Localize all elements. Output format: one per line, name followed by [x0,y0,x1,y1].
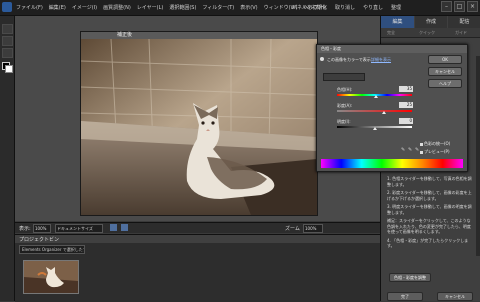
list-view-icon[interactable] [121,224,128,231]
saturation-track[interactable] [337,110,412,112]
cat-photo[interactable] [81,39,317,215]
menu-layer[interactable]: レイヤー(L) [137,4,164,11]
eyedropper-tool-icon[interactable] [2,48,13,58]
zoom-input[interactable]: 100% [33,224,51,233]
subtab-guided[interactable]: ガイド [455,30,467,36]
grid-view-icon[interactable] [110,224,117,231]
lightness-slider-thumb[interactable] [372,127,377,130]
app-logo [2,2,12,12]
colorize-label: 色彩の統一(O) [424,141,451,146]
lightness-label: 明度(I): [337,119,351,124]
document-title: 補正後 [81,32,317,39]
menu-select[interactable]: 選択範囲(S) [169,4,196,11]
instruction-step-3: 3. 明度スライダーを移動して、画像の明度を調整します。 [387,204,472,215]
organize-button[interactable]: 整理 [391,4,401,11]
tab-share[interactable]: 配信 [448,16,480,28]
tab-create[interactable]: 作成 [415,16,447,28]
main-menu: ファイル(F) 編集(E) イメージ(I) 画質調整(N) レイヤー(L) 選択… [16,4,326,11]
help-button[interactable]: ヘルプ [428,79,462,88]
guided-instructions: 1. 色相スライダーを移動して、写真の色相を調整します。 2. 彩度スライダーを… [387,176,473,252]
dialog-cancel-button[interactable]: キャンセル [428,67,462,76]
info-bulb-icon [320,57,324,61]
dialog-title: 色相・彩度 [317,45,467,53]
project-bin-title: プロジェクトビン [19,237,60,243]
preview-checkbox-box[interactable] [420,150,423,154]
colorize-checkbox-box[interactable] [420,142,423,146]
project-bin-header: プロジェクトビン [15,235,380,243]
hand-tool-icon[interactable] [2,36,13,46]
hue-slider-thumb[interactable] [374,95,378,98]
colorize-checkbox[interactable]: 色彩の統一(O) [420,141,450,147]
hue-saturation-button[interactable]: 色相・彩度を調整 [389,273,431,282]
instruction-step-1: 1. 色相スライダーを移動して、写真の色相を調整します。 [387,176,472,187]
status-bar: 表示: 100% ドキュメントサイズ ズーム 100% [15,222,380,233]
window-controls: – □ × [441,1,478,12]
menu-bar: ファイル(F) 編集(E) イメージ(I) 画質調整(N) レイヤー(L) 選択… [0,0,480,16]
menu-edit[interactable]: 編集(E) [49,4,66,11]
cancel-button[interactable]: キャンセル [437,292,473,301]
ok-button[interactable]: OK [428,55,462,64]
eyedropper-plus-icon[interactable]: ✎ [408,147,412,153]
zoom-label: 表示: [19,226,31,232]
hue-value-input[interactable]: 35 [399,86,413,92]
right-panel-scrollbar[interactable] [476,56,480,256]
redo-button[interactable]: やり直し [363,4,383,11]
edit-channel-select[interactable] [323,73,365,81]
menu-image[interactable]: イメージ(I) [72,4,97,11]
doc-info-dropdown[interactable]: ドキュメントサイズ [55,224,103,233]
instruction-note: 補足：スライダーをクリックして、このような色調を入れたり、色の変更が完了したら、… [387,218,471,234]
tab-edit[interactable]: 編集 [381,16,414,28]
close-icon[interactable]: × [467,1,478,12]
project-bin-thumbnail[interactable] [23,260,79,294]
subtab-full[interactable]: 完全 [387,30,395,36]
background-color-swatch[interactable] [5,65,13,73]
preview-label: プレビュー(P) [424,149,450,154]
hue-label: 色相(H): [337,87,353,92]
menu-file[interactable]: ファイル(F) [16,4,43,11]
menu-enhance[interactable]: 画質調整(N) [103,4,131,11]
document-window: 補正後 [80,31,318,216]
dialog-more-link[interactable]: 詳細を表示 [371,57,391,63]
zoom-tool-icon[interactable] [2,24,13,34]
saturation-slider-thumb[interactable] [381,111,386,114]
dialog-mode-label: この画像をカラーで表示 [327,57,371,62]
saturation-value-input[interactable]: 25 [399,102,413,108]
done-button[interactable]: 完了 [387,292,423,301]
zoom-right-input[interactable]: 100% [303,224,323,233]
menu-view[interactable]: 表示(V) [240,4,257,11]
eyedropper-icon[interactable]: ✎ [401,147,405,153]
preview-checkbox[interactable]: プレビュー(P) [420,149,450,155]
toolbox [0,16,15,301]
eyedropper-minus-icon[interactable]: ✎ [415,147,419,153]
reset-panels-button[interactable]: パネルを初期化 [292,4,327,11]
maximize-icon[interactable]: □ [454,1,465,12]
project-bin: プロジェクトビン Elements Organizer で選択したファイル [15,234,380,302]
subtab-bar: 完全 クイック ガイド [381,28,480,38]
subtab-quick[interactable]: クイック [419,30,435,36]
instruction-step-4: 4. 「色相・彩度」が完了したらクリックします。 [387,237,469,249]
hue-saturation-dialog: 色相・彩度 この画像をカラーで表示 詳細を表示 OK キャンセル ヘルプ 色相(… [316,44,468,172]
color-spectrum-bar [321,159,463,168]
undo-button[interactable]: 取り消し [335,4,355,11]
zoom-right-label: ズーム [285,226,300,232]
lightness-value-input[interactable]: 0 [399,118,413,124]
saturation-label: 彩度(A): [337,103,353,108]
minimize-icon[interactable]: – [441,1,452,12]
menu-filter[interactable]: フィルター(T) [202,4,234,11]
project-bin-selector[interactable]: Elements Organizer で選択したファイル [19,245,85,254]
menu-actions: パネルを初期化 取り消し やり直し 整理 [292,4,401,11]
instruction-step-2: 2. 彩度スライダーを移動して、画像の彩度を上げるか下げるか選択します。 [387,190,472,201]
